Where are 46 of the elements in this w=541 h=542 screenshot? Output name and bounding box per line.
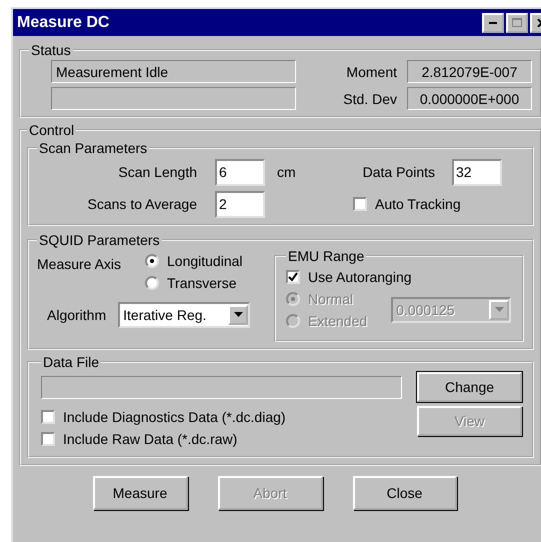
checkmark-icon	[288, 272, 298, 282]
checkbox[interactable]	[41, 410, 55, 424]
group-label: Scan Parameters	[38, 140, 148, 156]
checkbox[interactable]	[286, 270, 300, 284]
group-label: SQUID Parameters	[38, 232, 161, 248]
field-label: Data Points	[362, 164, 435, 180]
group-label: Data File	[42, 354, 100, 370]
checkbox-label: Include Diagnostics Data (*.dc.diag)	[63, 409, 286, 425]
status-field: Measurement Idle	[51, 60, 296, 83]
moment-field: 2.812079E-007	[407, 60, 532, 83]
unit-label: cm	[277, 164, 297, 180]
field-label: Scans to Average	[86, 196, 197, 212]
minimize-button[interactable]	[482, 12, 504, 32]
radio-label: Extended	[308, 313, 368, 329]
maximize-button[interactable]	[506, 12, 528, 32]
group-label: EMU Range	[287, 248, 366, 264]
data-points-input[interactable]: 32	[452, 158, 502, 186]
scans-to-average-input[interactable]: 2	[215, 190, 265, 218]
window-title: Measure DC	[17, 14, 110, 32]
moment-label: Moment	[345, 64, 397, 80]
minimize-icon	[489, 21, 497, 24]
checkbox-label: Use Autoranging	[308, 269, 412, 285]
radio-button[interactable]	[145, 276, 159, 290]
field-label: Measure Axis	[37, 255, 122, 274]
group-label: Control	[28, 122, 76, 138]
checkbox-label: Auto Tracking	[375, 196, 461, 212]
field-label: Algorithm	[47, 307, 106, 323]
caret-icon	[234, 312, 243, 318]
dialog-button[interactable]: Close	[352, 476, 456, 510]
group-label: Status	[30, 42, 72, 58]
radio-button[interactable]	[145, 254, 159, 268]
std-dev-field: 0.000000E+000	[407, 87, 532, 110]
change-button[interactable]: Change	[417, 372, 522, 402]
radio-label: Normal	[308, 291, 354, 307]
checkbox[interactable]	[353, 197, 367, 211]
dialog-button[interactable]: Measure	[92, 476, 188, 510]
radio-label: Longitudinal	[167, 253, 243, 269]
radio-label: Transverse	[167, 275, 237, 291]
caret-icon	[494, 307, 504, 313]
checkbox[interactable]	[41, 432, 55, 446]
scan-length-input[interactable]: 6	[215, 158, 265, 186]
field-label: Scan Length	[117, 164, 197, 180]
maximize-icon	[512, 18, 522, 27]
std-dev-label: Std. Dev	[342, 90, 397, 106]
checkbox-label: Include Raw Data (*.dc.raw)	[63, 431, 238, 447]
algorithm-dropdown[interactable]: Iterative Reg.	[118, 302, 250, 328]
